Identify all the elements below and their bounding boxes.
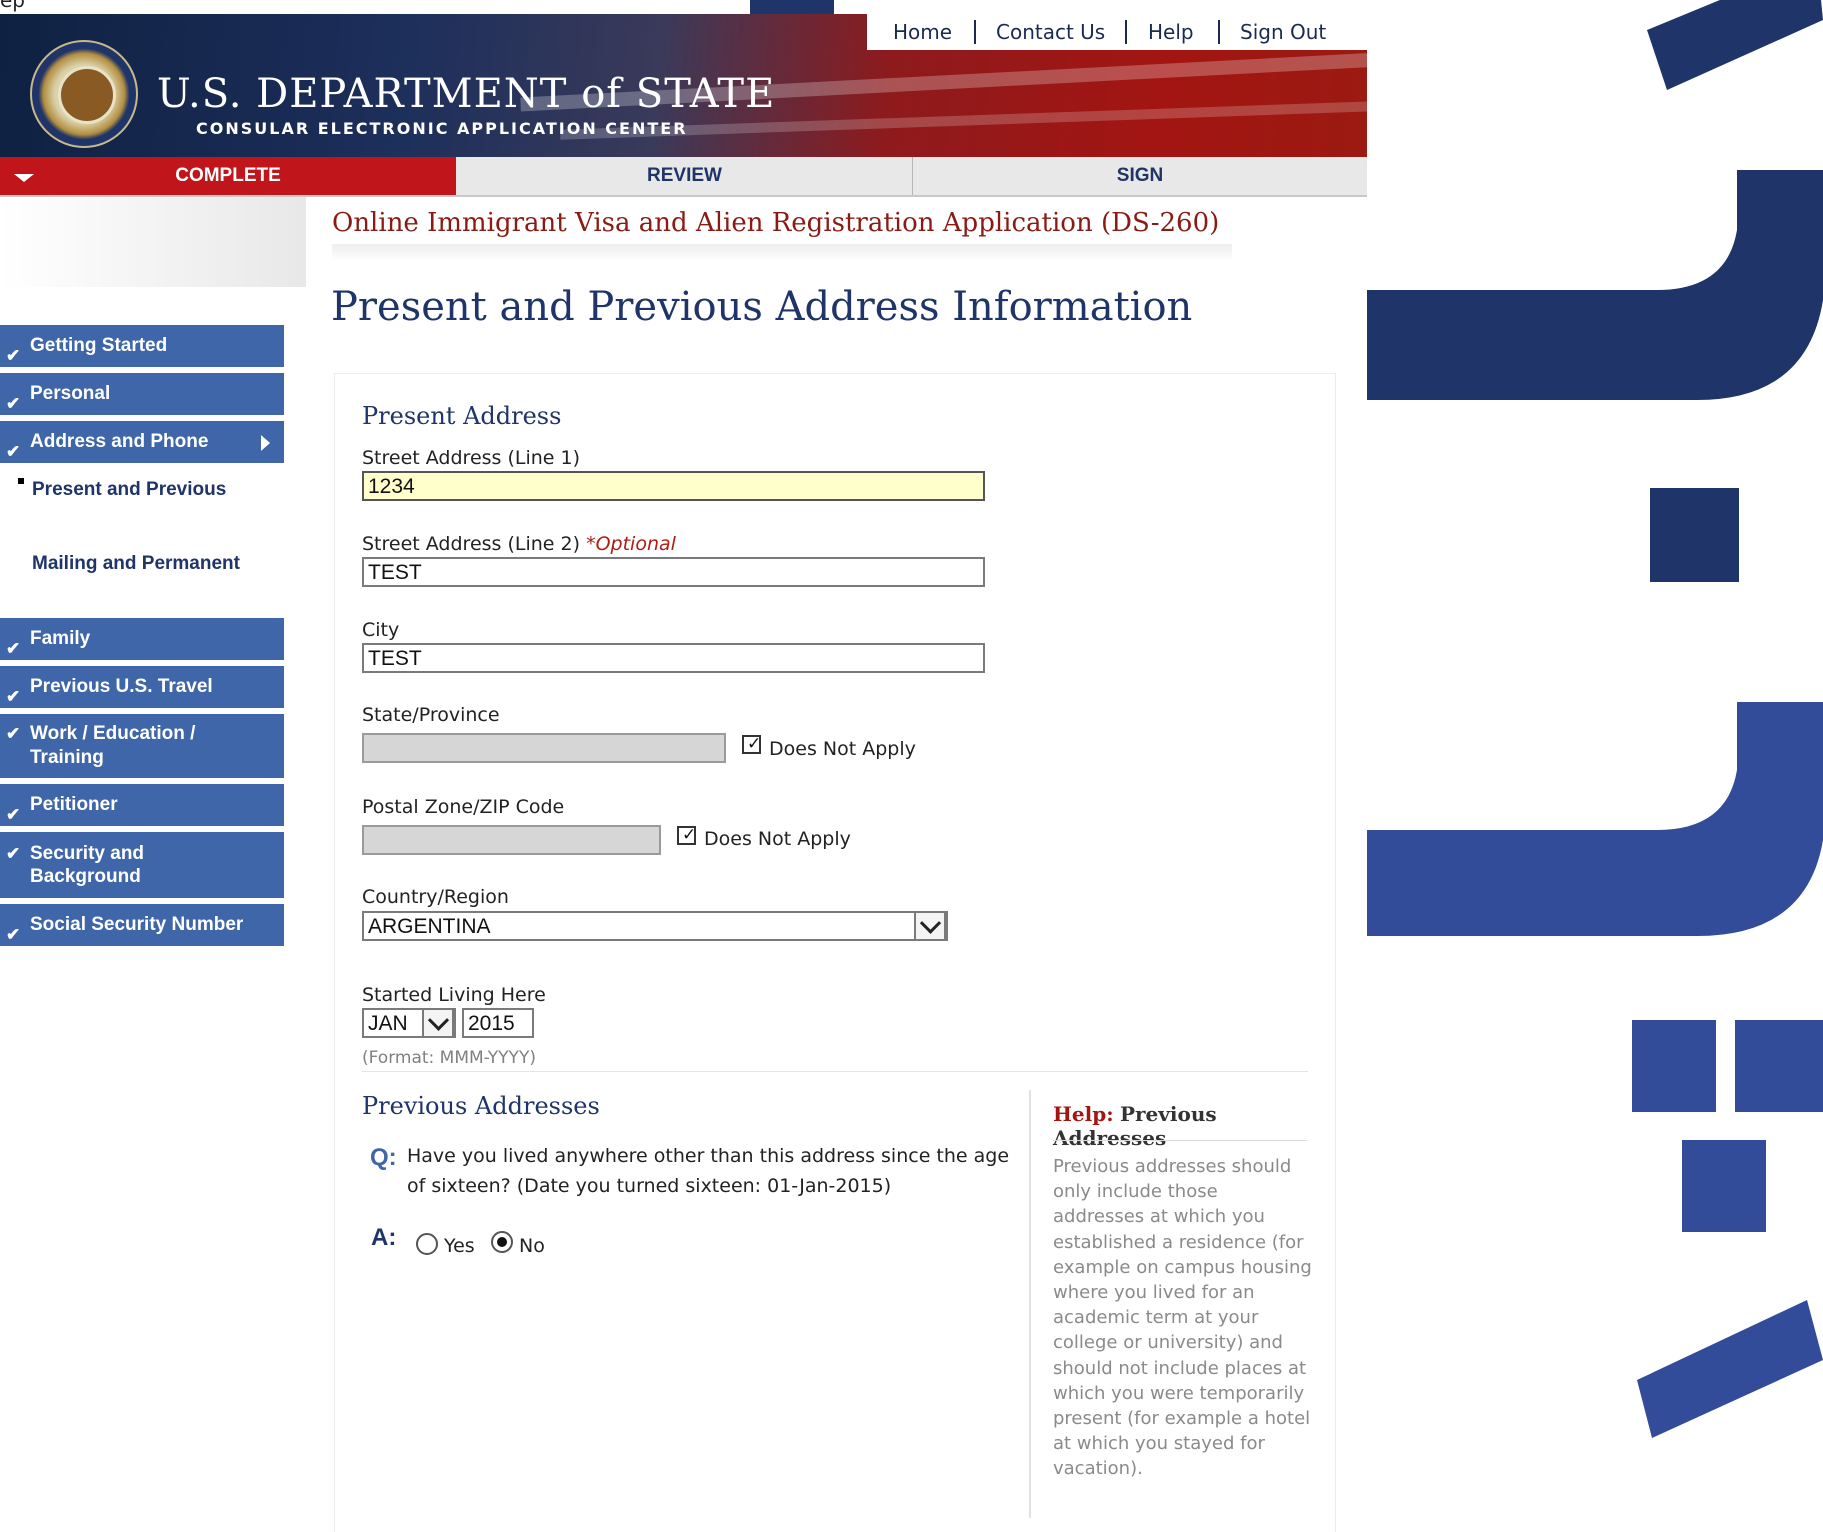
top-strip: ep <box>0 0 1367 14</box>
street1-label: Street Address (Line 1) <box>362 447 581 469</box>
check-icon: ✔ <box>6 639 21 658</box>
zip-input[interactable] <box>362 825 661 855</box>
sidebar-item-personal[interactable]: ✔ Personal <box>0 373 284 415</box>
arrow-right-icon <box>261 435 270 451</box>
check-icon: ✔ <box>6 925 21 944</box>
no-label: No <box>519 1235 545 1257</box>
check-icon: ✔ <box>6 805 21 824</box>
state-does-not-apply-label: Does Not Apply <box>769 738 916 760</box>
help-label: Help: <box>1053 1102 1114 1126</box>
check-icon: ✔ <box>6 724 21 743</box>
sidebar-item-label: Previous U.S. Travel <box>30 676 213 697</box>
zip-does-not-apply-checkbox[interactable]: ✓ <box>677 826 696 845</box>
department-title: U.S. DEPARTMENT of STATE <box>157 71 776 117</box>
question-text: Have you lived anywhere other than this … <box>407 1145 1010 1197</box>
optional-marker: *Optional <box>586 533 676 555</box>
city-input[interactable]: TEST <box>362 643 985 673</box>
check-icon: ✔ <box>6 346 21 365</box>
sidebar-item-label: Work / Education / Training <box>30 723 196 768</box>
sidebar-item-label: Getting Started <box>30 335 168 356</box>
help-title: Help: Previous Addresses <box>1053 1102 1311 1150</box>
help-panel: Help: Previous Addresses Previous addres… <box>1029 1090 1312 1518</box>
top-fragment-text: ep <box>0 0 25 12</box>
sidebar-item-work-education-training[interactable]: ✔ Work / Education / Training <box>0 714 284 778</box>
selected-dot <box>497 1237 507 1247</box>
eagle-icon <box>58 66 116 124</box>
sidebar-item-security-and-background[interactable]: ✔ Security and Background <box>0 832 284 898</box>
yes-radio[interactable] <box>416 1233 438 1255</box>
sidebar-item-label: Security and Background <box>30 843 145 887</box>
sign-out-link[interactable]: Sign Out <box>1240 20 1326 44</box>
caret-down-icon <box>14 174 34 182</box>
help-text: Previous addresses should only include t… <box>1053 1156 1312 1480</box>
check-icon: ✔ <box>6 844 21 863</box>
home-link[interactable]: Home <box>893 20 952 44</box>
check-icon: ✔ <box>6 687 21 706</box>
city-label: City <box>362 619 400 641</box>
sidebar-item-address-and-phone[interactable]: ✔ Address and Phone <box>0 421 284 463</box>
present-address-heading: Present Address <box>362 402 562 430</box>
street2-label-text: Street Address (Line 2) <box>362 533 581 555</box>
country-dropdown-button[interactable] <box>914 911 946 941</box>
progress-tabs: COMPLETE REVIEW SIGN <box>0 157 1367 197</box>
street2-input[interactable]: TEST <box>362 557 985 587</box>
sidebar-item-label: Social Security Number <box>30 914 244 935</box>
question-marker: Q: <box>370 1144 397 1171</box>
state-label: State/Province <box>362 704 500 726</box>
tab-complete[interactable]: COMPLETE <box>0 157 456 195</box>
date-format-hint: (Format: MMM-YYYY) <box>362 1048 536 1068</box>
checkmark-icon: ✓ <box>747 734 762 754</box>
page-heading: Present and Previous Address Information <box>331 284 1193 330</box>
sidebar-item-family[interactable]: ✔ Family <box>0 618 284 660</box>
checkmark-icon: ✓ <box>682 825 697 845</box>
check-icon: ✔ <box>6 394 21 413</box>
no-radio[interactable] <box>491 1231 513 1253</box>
chevron-down-icon <box>919 912 942 934</box>
top-block <box>750 0 834 14</box>
yes-label: Yes <box>444 1235 475 1257</box>
help-link[interactable]: Help <box>1148 20 1194 44</box>
year-input[interactable]: 2015 <box>462 1008 534 1038</box>
state-does-not-apply-checkbox[interactable]: ✓ <box>742 735 761 754</box>
sidebar-spacer <box>0 197 306 287</box>
section-divider <box>362 1071 1308 1072</box>
chevron-down-icon <box>427 1009 450 1031</box>
sidebar-item-label: Address and Phone <box>30 431 209 452</box>
month-dropdown-button[interactable] <box>422 1008 454 1038</box>
department-subtitle: CONSULAR ELECTRONIC APPLICATION CENTER <box>196 119 688 138</box>
sidebar-item-petitioner[interactable]: ✔ Petitioner <box>0 784 284 826</box>
state-department-seal <box>30 40 138 148</box>
sidebar-item-label: Petitioner <box>30 794 118 815</box>
sidebar-item-previous-us-travel[interactable]: ✔ Previous U.S. Travel <box>0 666 284 708</box>
sidebar-subitem-present-and-previous[interactable]: Present and Previous <box>32 478 282 502</box>
answer-marker: A: <box>371 1224 397 1251</box>
sidebar-subitem-mailing-and-permanent[interactable]: Mailing and Permanent <box>32 552 282 576</box>
utility-nav: Home Contact Us Help Sign Out <box>867 14 1367 50</box>
form-title: Online Immigrant Visa and Alien Registra… <box>332 208 1220 238</box>
sidebar-item-social-security-number[interactable]: ✔ Social Security Number <box>0 904 284 946</box>
street2-label: Street Address (Line 2) *Optional <box>362 533 676 555</box>
site-header: Home Contact Us Help Sign Out U.S. DEPAR… <box>0 14 1367 157</box>
previous-addresses-heading: Previous Addresses <box>362 1092 600 1120</box>
country-select[interactable]: ARGENTINA <box>362 911 948 941</box>
sidebar-item-label: Personal <box>30 383 111 404</box>
street1-input[interactable]: 1234 <box>362 471 985 501</box>
zip-label: Postal Zone/ZIP Code <box>362 796 565 818</box>
sidebar-item-getting-started[interactable]: ✔ Getting Started <box>0 325 284 367</box>
sidebar-item-label: Family <box>30 628 91 649</box>
current-page-bullet <box>18 478 24 484</box>
tab-review[interactable]: REVIEW <box>457 157 913 195</box>
contact-us-link[interactable]: Contact Us <box>996 20 1105 44</box>
started-living-label: Started Living Here <box>362 984 546 1006</box>
check-icon: ✔ <box>6 442 21 461</box>
country-label: Country/Region <box>362 886 509 908</box>
decorative-shapes <box>1367 0 1823 1438</box>
tab-complete-label: COMPLETE <box>175 165 281 186</box>
state-input[interactable] <box>362 733 726 763</box>
zip-does-not-apply-label: Does Not Apply <box>704 828 851 850</box>
tab-sign-label: SIGN <box>1116 165 1164 186</box>
tab-sign[interactable]: SIGN <box>913 157 1367 195</box>
tab-review-label: REVIEW <box>647 165 722 186</box>
